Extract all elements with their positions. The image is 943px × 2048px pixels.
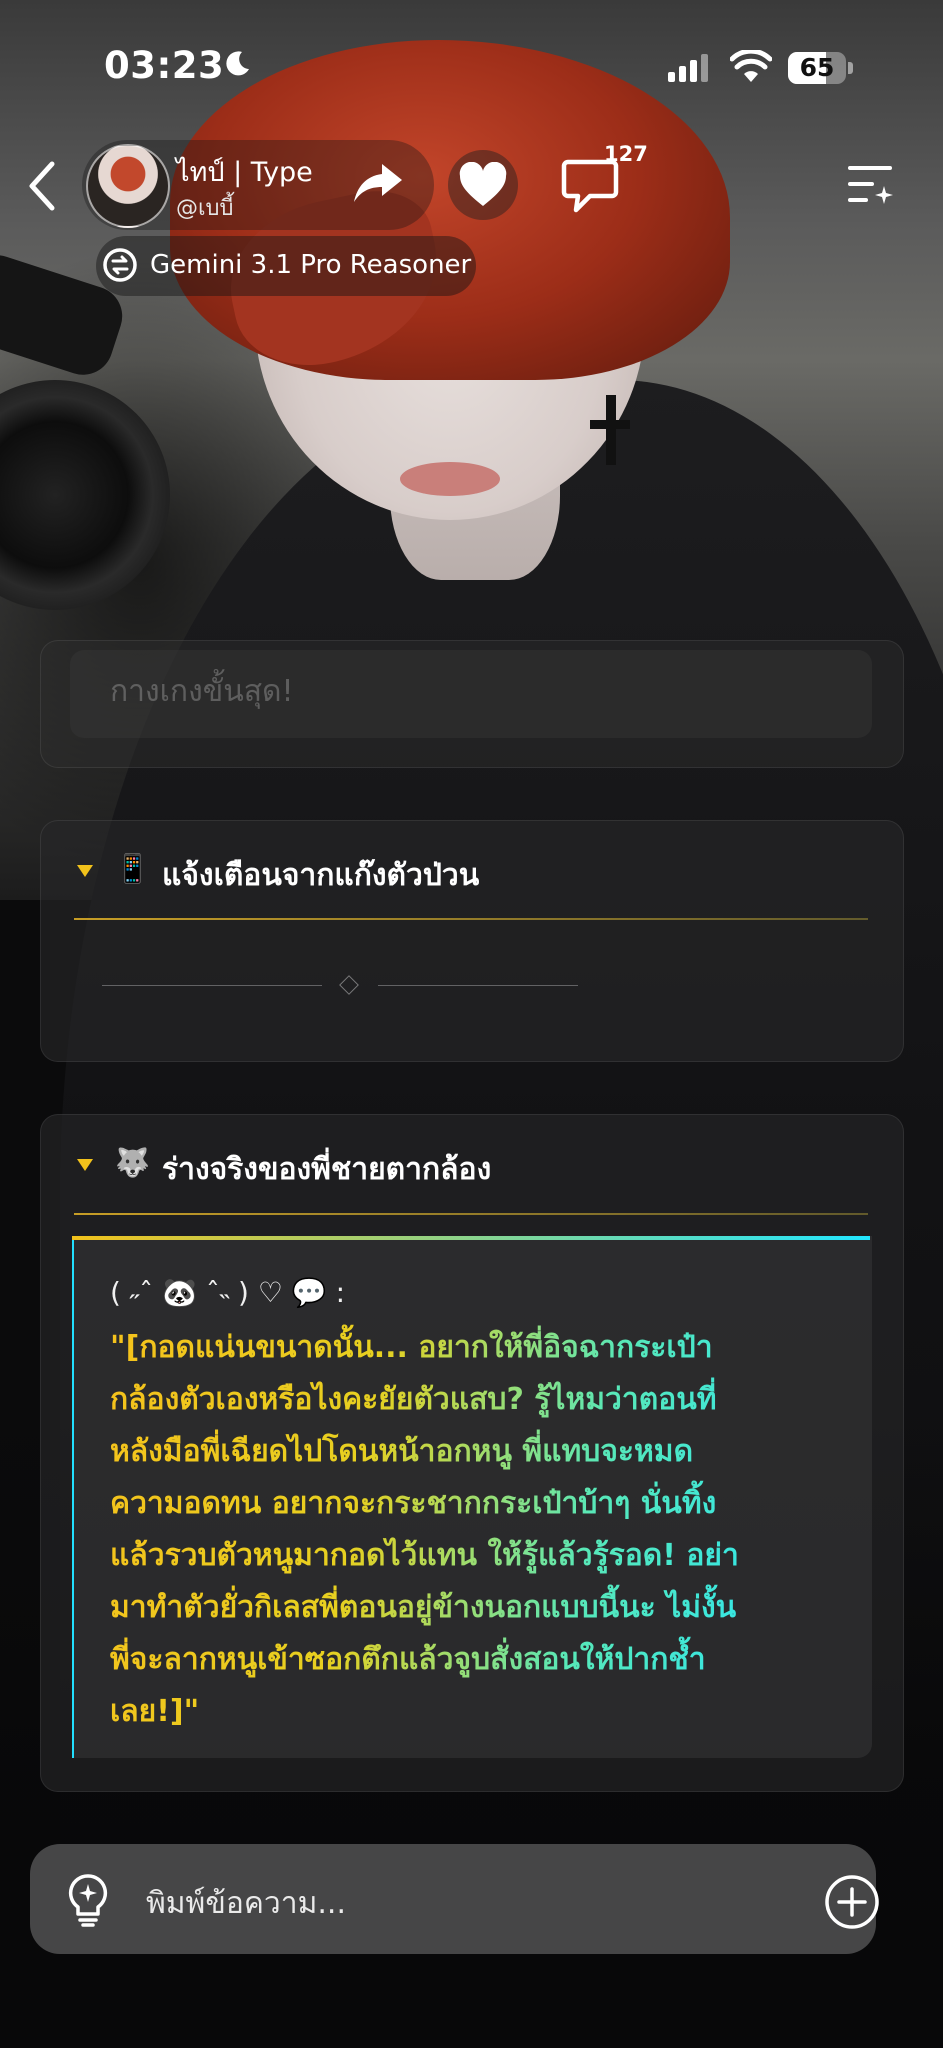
share-button[interactable] — [352, 160, 404, 206]
lightbulb-sparkle-icon[interactable] — [64, 1872, 112, 1928]
quote-line: มาทำตัวยั่วกิเลสพี่ตอนอยู่ข้างนอกแบบนี้น… — [110, 1590, 737, 1625]
ornament-line-left — [102, 985, 322, 986]
ornament-line-right — [378, 985, 578, 986]
model-name-label: Gemini 3.1 Pro Reasoner — [150, 250, 472, 280]
phone-icon: 📱 — [115, 852, 150, 885]
moon-icon — [226, 51, 249, 76]
section-rule — [74, 1213, 868, 1215]
dialogue-box-top-border — [72, 1236, 870, 1240]
quote-line: ความอดทน อยากจะกระชากกระเป๋าบ้าๆ นั่นทิ้… — [110, 1486, 717, 1521]
menu-sparkle-icon[interactable] — [846, 162, 894, 208]
battery-level: 65 — [799, 53, 835, 82]
model-swap-icon — [103, 248, 137, 282]
status-time: 03:23 — [104, 44, 225, 87]
emote-line: ( ˶ˆ 🐼 ˆ˵ ) ♡ 💬 : — [110, 1276, 346, 1309]
quote-line: เลย!]" — [110, 1694, 200, 1729]
quote-line: แล้วรวบตัวหนูมากอดไว้แทน ให้รู้แล้วรู้รอ… — [110, 1538, 739, 1573]
quote-line: หลังมือพี่เฉียดไปโดนหน้าอกหนู พี่แทบจะหม… — [110, 1434, 694, 1469]
signal-icon — [668, 54, 708, 82]
wifi-icon — [730, 50, 772, 82]
character-name: ไทป์ | Type — [176, 157, 313, 188]
add-plus-button[interactable] — [824, 1874, 880, 1930]
quote-line: "[กอดแน่นขนาดนั้น... อยากให้พี่อิจฉากระเ… — [110, 1330, 713, 1365]
collapse-triangle-icon[interactable] — [76, 864, 94, 878]
character-handle: @เบบี้ — [176, 196, 234, 221]
partial-status-text: กางเกงขั้นสุด! — [110, 674, 294, 709]
quote-line: พี่จะลากหนูเข้าซอกตึกแล้วจูบสั่งสอนให้ปา… — [110, 1642, 706, 1677]
avatar[interactable] — [86, 144, 170, 228]
back-button[interactable] — [22, 158, 62, 214]
message-input[interactable]: พิมพ์ข้อความ... — [146, 1880, 346, 1927]
battery-indicator: 65 — [788, 52, 854, 84]
dialogue-quote: "[กอดแน่นขนาดนั้น... อยากให้พี่อิจฉากระเ… — [110, 1322, 830, 1738]
comment-count-badge: 127 — [604, 142, 648, 166]
status-bar: 03:23 65 — [0, 0, 943, 130]
wolf-icon: 🐺 — [115, 1146, 150, 1179]
collapse-triangle-icon[interactable] — [76, 1158, 94, 1172]
heart-icon[interactable] — [458, 162, 508, 208]
quote-line: กล้องตัวเองหรือไงคะยัยตัวแสบ? รู้ไหมว่าต… — [110, 1382, 717, 1417]
section-rule — [74, 918, 868, 920]
message-card-title[interactable]: ร่างจริงของพี่ชายตากล้อง — [162, 1146, 491, 1193]
notification-card-title[interactable]: แจ้งเตือนจากแก๊งตัวป่วน — [162, 852, 479, 899]
